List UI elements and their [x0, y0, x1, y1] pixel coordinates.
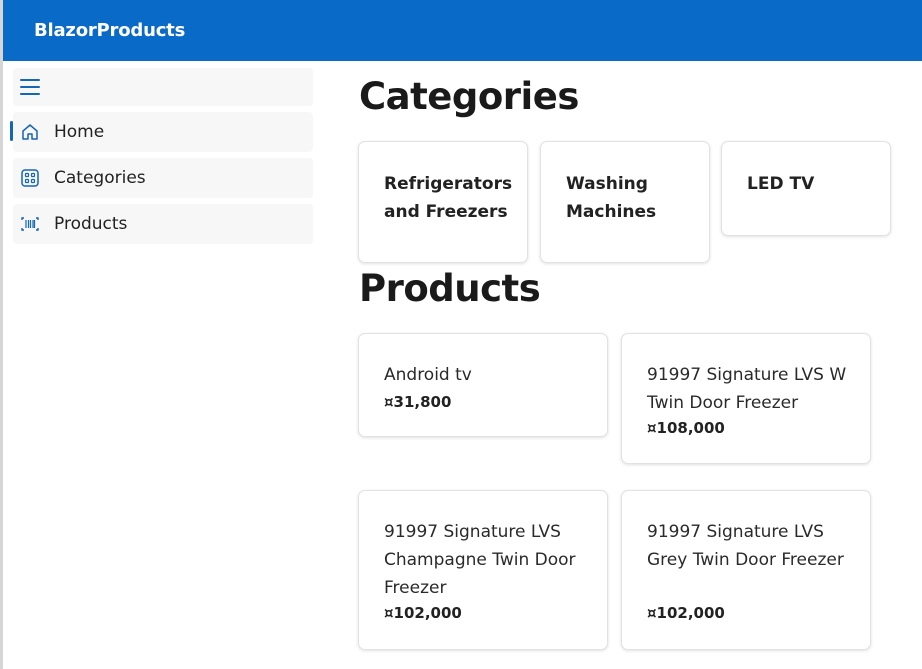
- category-card[interactable]: LED TV: [721, 141, 891, 236]
- sidebar-item-label: Categories: [54, 168, 146, 188]
- product-name: 91997 Signature LVS Champagne Twin Door …: [384, 522, 576, 598]
- home-icon: [22, 124, 38, 140]
- products-title: Products: [359, 267, 541, 310]
- sidebar-item-home[interactable]: Home: [10, 112, 313, 152]
- product-card[interactable]: 91997 Signature LVS Champagne Twin Door …: [358, 490, 608, 650]
- sidebar-item-label: Home: [54, 122, 105, 142]
- product-name: 91997 Signature LVS Grey Twin Door Freez…: [647, 522, 844, 570]
- product-card[interactable]: Android tv ¤31,800: [358, 333, 608, 437]
- active-indicator: [10, 121, 13, 141]
- product-price: ¤108,000: [647, 419, 725, 437]
- product-price: ¤31,800: [384, 393, 452, 411]
- sidebar-item-products[interactable]: Products: [13, 204, 313, 244]
- product-name: Android tv: [384, 365, 472, 385]
- sidebar: Home Categories Products: [3, 61, 315, 669]
- product-price: ¤102,000: [647, 604, 725, 622]
- category-name: Refrigerators and Freezers: [384, 174, 513, 222]
- hamburger-icon: [20, 78, 42, 96]
- category-name: LED TV: [747, 174, 815, 194]
- top-bar: BlazorProducts: [3, 0, 922, 61]
- category-name: Washing Machines: [566, 174, 657, 222]
- category-card[interactable]: Refrigerators and Freezers: [358, 141, 528, 263]
- product-price: ¤102,000: [384, 604, 462, 622]
- barcode-icon: [21, 217, 39, 231]
- sidebar-item-categories[interactable]: Categories: [13, 158, 313, 198]
- product-name: 91997 Signature LVS W Twin Door Freezer: [647, 365, 847, 413]
- category-card[interactable]: Washing Machines: [540, 141, 710, 263]
- sidebar-item-label: Products: [54, 214, 128, 234]
- product-card[interactable]: 91997 Signature LVS W Twin Door Freezer …: [621, 333, 871, 464]
- brand-link[interactable]: BlazorProducts: [34, 20, 185, 41]
- product-card[interactable]: 91997 Signature LVS Grey Twin Door Freez…: [621, 490, 871, 650]
- categories-title: Categories: [359, 75, 579, 118]
- menu-toggle-button[interactable]: [13, 68, 313, 106]
- main-content: Categories Refrigerators and Freezers Wa…: [315, 61, 922, 669]
- grid-icon: [21, 169, 39, 187]
